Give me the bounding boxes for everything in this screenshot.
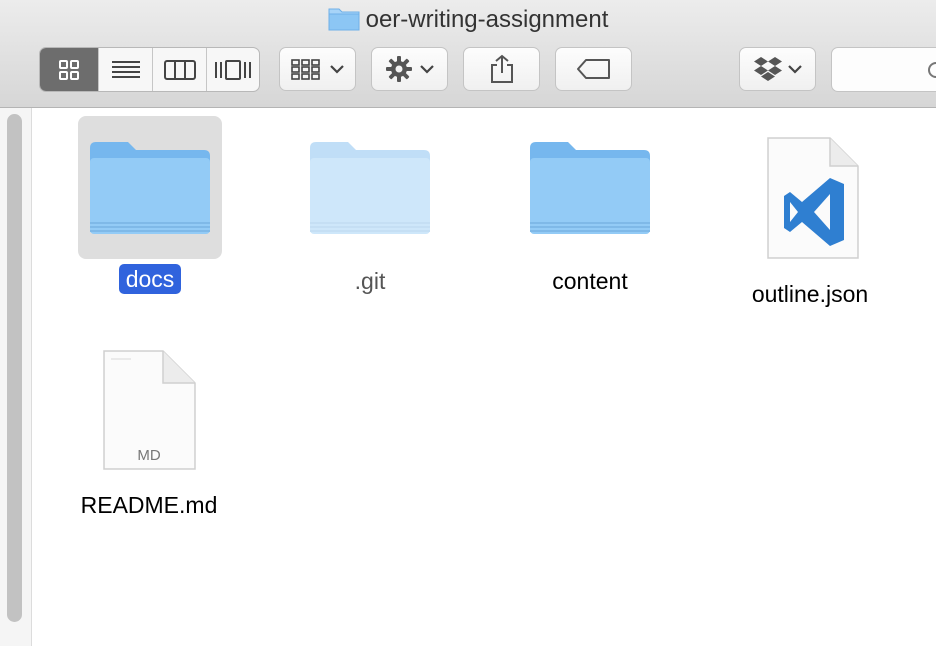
column-view-button[interactable]	[153, 48, 207, 91]
chevron-down-icon	[329, 65, 344, 74]
file-type-badge: MD	[137, 447, 161, 464]
folder-icon	[328, 5, 360, 40]
file-label-git[interactable]: .git	[318, 268, 422, 295]
search-icon	[928, 62, 936, 78]
folder-icon[interactable]	[308, 138, 432, 243]
folder-icon[interactable]	[528, 138, 652, 243]
icon-view-button[interactable]	[40, 48, 99, 91]
share-button[interactable]	[463, 47, 540, 91]
list-view-button[interactable]	[99, 48, 153, 91]
cover-flow-view-button[interactable]	[207, 48, 259, 91]
window-title-text: oer-writing-assignment	[365, 6, 609, 33]
arrange-button[interactable]	[279, 47, 356, 91]
share-icon	[490, 54, 513, 83]
search-field[interactable]	[831, 47, 936, 92]
scrollbar-thumb[interactable]	[7, 114, 22, 622]
cover-flow-icon	[215, 59, 251, 80]
file-name: docs	[118, 264, 182, 294]
window-toolbar: oer-writing-assignment	[0, 0, 936, 108]
file-label-readme[interactable]: README.md	[62, 492, 236, 519]
chevron-down-icon	[419, 65, 434, 74]
file-label-outline[interactable]: outline.json	[730, 281, 890, 308]
folder-icon[interactable]	[88, 138, 212, 243]
view-mode-segmented-control	[39, 47, 260, 92]
vscode-document-icon[interactable]	[764, 136, 860, 265]
md-document-icon[interactable]: MD	[101, 349, 197, 478]
action-button[interactable]	[371, 47, 448, 91]
tag-icon	[576, 59, 610, 79]
file-label-docs[interactable]: docs	[98, 264, 202, 294]
file-label-content[interactable]: content	[528, 268, 652, 295]
columns-icon	[163, 59, 196, 80]
gear-icon	[385, 56, 412, 82]
tags-button[interactable]	[555, 47, 632, 91]
arrange-icon	[290, 59, 320, 80]
dropbox-button[interactable]	[739, 47, 816, 91]
grid-icon	[59, 59, 79, 80]
chevron-down-icon	[787, 65, 802, 74]
list-icon	[111, 60, 140, 78]
dropbox-icon	[753, 57, 782, 81]
window-title: oer-writing-assignment	[0, 4, 936, 40]
